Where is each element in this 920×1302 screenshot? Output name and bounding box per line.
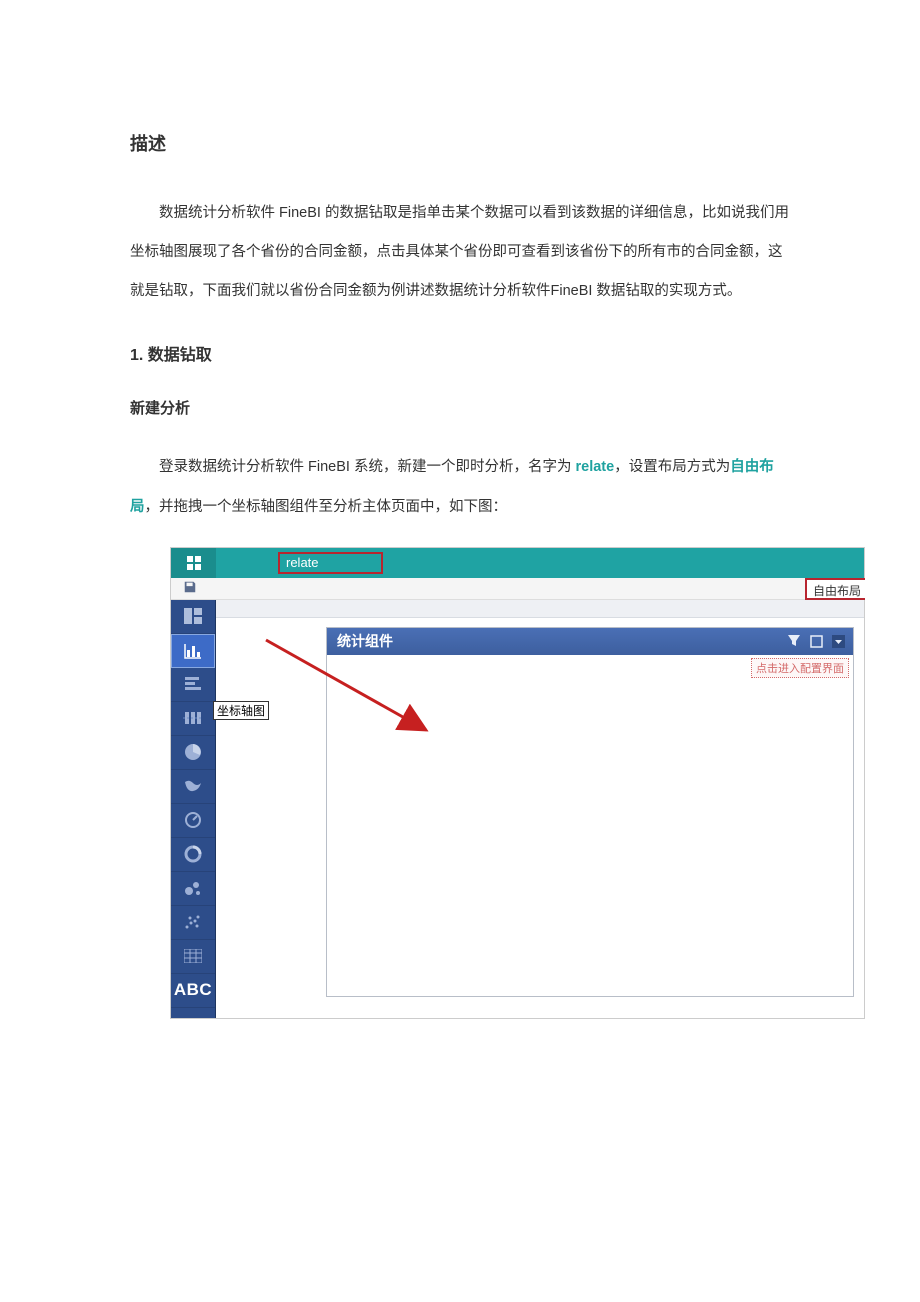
stat-widget-panel[interactable]: 统计组件 点击进入配置界面: [326, 627, 854, 997]
sidebar-tooltip: 坐标轴图: [213, 701, 269, 720]
sidebar-tool-table[interactable]: [171, 600, 215, 634]
sidebar-tool-text[interactable]: ABC: [171, 974, 215, 1008]
heading-new-analysis: 新建分析: [130, 397, 790, 418]
sidebar-tool-bar-horizontal[interactable]: [171, 668, 215, 702]
sidebar-tool-gauge[interactable]: [171, 804, 215, 838]
layout-mode-label[interactable]: 自由布局: [805, 578, 865, 600]
home-grid-button[interactable]: [171, 548, 216, 578]
filter-icon[interactable]: [785, 632, 803, 650]
design-canvas[interactable]: 统计组件 点击进入配置界面: [216, 600, 864, 1018]
config-hint-label[interactable]: 点击进入配置界面: [751, 658, 849, 678]
inline-link-relate: relate: [576, 459, 615, 475]
canvas-top-strip: [216, 600, 864, 618]
paragraph-intro: 数据统计分析软件 FineBI 的数据钻取是指单击某个数据可以看到该数据的详细信…: [130, 194, 790, 311]
grid-icon: [187, 556, 201, 570]
sidebar-tool-map[interactable]: [171, 770, 215, 804]
sidebar-tool-pie[interactable]: [171, 736, 215, 770]
text-segment: 登录数据统计分析软件 FineBI 系统，新建一个即时分析，名字为: [159, 459, 576, 475]
app-topbar: relate: [171, 548, 864, 578]
widget-header: 统计组件: [327, 628, 853, 655]
sidebar-tool-donut[interactable]: [171, 838, 215, 872]
paragraph-instructions: 登录数据统计分析软件 FineBI 系统，新建一个即时分析，名字为 relate…: [130, 448, 790, 526]
app-body: ABC 坐标轴图 统计组件: [171, 600, 864, 1018]
widget-title: 统计组件: [337, 631, 393, 651]
sidebar-tool-scatter[interactable]: [171, 906, 215, 940]
toolbar-save-row: 自由布局: [171, 578, 864, 600]
heading-section-1: 1. 数据钻取: [130, 341, 790, 365]
sidebar-tool-axis-chart[interactable]: [171, 634, 215, 668]
text-segment: ，并拖拽一个坐标轴图组件至分析主体页面中，如下图：: [145, 499, 508, 515]
tab-name-box[interactable]: relate: [278, 552, 383, 574]
component-sidebar: ABC 坐标轴图: [171, 600, 216, 1018]
sidebar-tool-detail-table[interactable]: [171, 940, 215, 974]
embedded-screenshot: relate 自由布局: [170, 547, 865, 1019]
text-segment: ，设置布局方式为: [614, 459, 730, 475]
sidebar-tool-stacked[interactable]: [171, 702, 215, 736]
maximize-icon[interactable]: [807, 632, 825, 650]
heading-description: 描述: [130, 130, 790, 156]
sidebar-tool-bubble[interactable]: [171, 872, 215, 906]
save-icon[interactable]: [183, 580, 197, 597]
dropdown-icon[interactable]: [829, 632, 847, 650]
